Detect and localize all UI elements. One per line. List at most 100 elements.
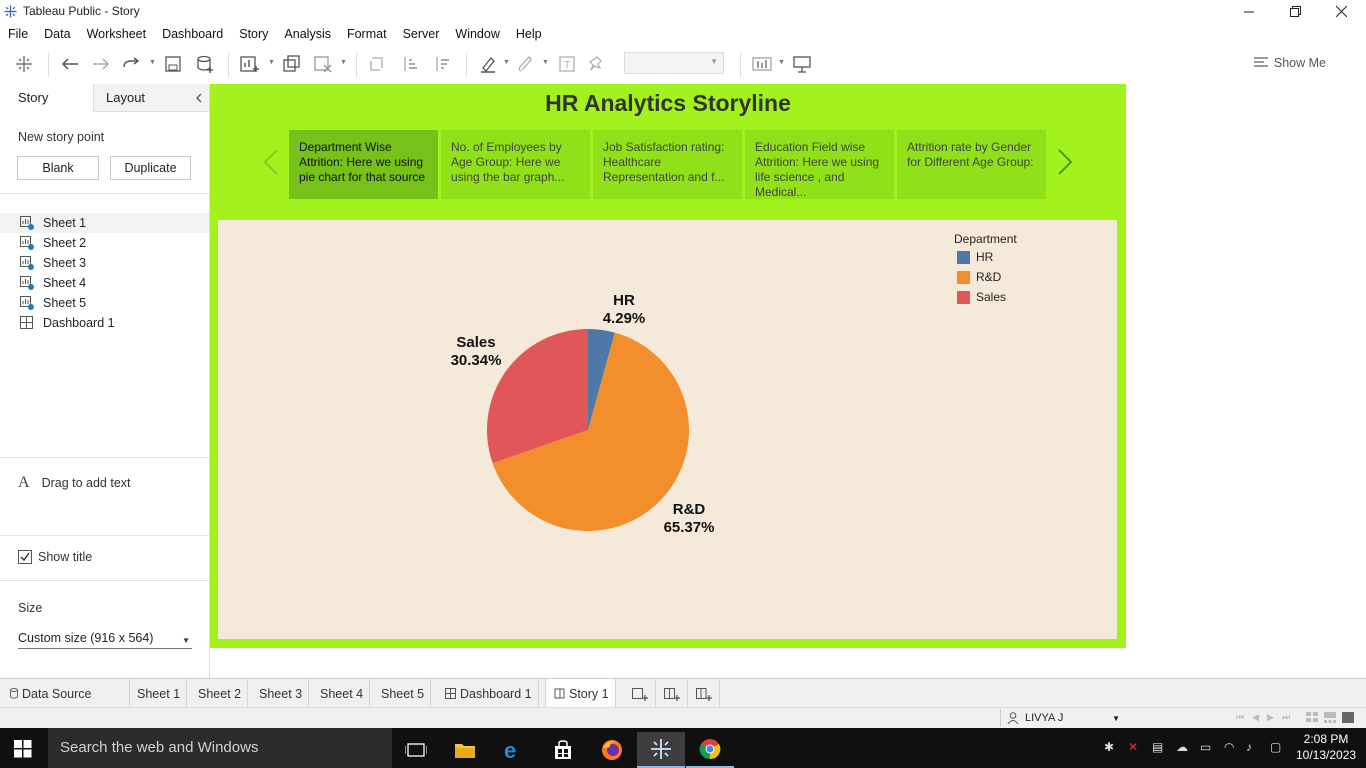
menu-window[interactable]: Window — [447, 23, 507, 45]
duplicate-sheet-icon[interactable] — [282, 54, 302, 74]
story-point-2[interactable]: No. of Employees by Age Group: Here we u… — [441, 130, 590, 199]
battery-icon[interactable]: ▭ — [1200, 740, 1211, 754]
sort-ascending-icon[interactable] — [400, 54, 420, 74]
legend-item-rnd[interactable]: R&D — [957, 270, 1001, 284]
new-worksheet-tab-button[interactable] — [624, 679, 656, 708]
replay-icon[interactable] — [121, 54, 141, 74]
story-point-4[interactable]: Education Field wise Attrition: Here we … — [745, 130, 894, 199]
tab-layout[interactable]: Layout — [93, 84, 209, 112]
blank-button[interactable]: Blank — [17, 156, 99, 180]
new-story-tab-button[interactable] — [688, 679, 720, 708]
duplicate-button[interactable]: Duplicate — [110, 156, 191, 180]
tab-data-source[interactable]: Data Source — [0, 679, 130, 708]
replay-caret-icon[interactable]: ▼ — [149, 59, 156, 66]
tab-sheet-2[interactable]: Sheet 2 — [192, 679, 249, 708]
taskbar-search-box[interactable]: Search the web and Windows — [48, 728, 392, 768]
menu-file[interactable]: File — [0, 23, 36, 45]
menu-format[interactable]: Format — [339, 23, 395, 45]
menu-worksheet[interactable]: Worksheet — [79, 23, 155, 45]
new-data-source-icon[interactable] — [195, 54, 215, 74]
action-center-icon[interactable]: ▢ — [1270, 740, 1281, 754]
sheet-list-item-5[interactable]: Sheet 5 — [0, 293, 209, 313]
tab-sheet-4[interactable]: Sheet 4 — [314, 679, 371, 708]
taskbar-tableau[interactable] — [637, 732, 685, 768]
next-story-point-button[interactable] — [1056, 148, 1074, 184]
restore-button[interactable] — [1272, 0, 1318, 23]
show-sheet-sorter-icon[interactable] — [1306, 712, 1318, 723]
menu-server[interactable]: Server — [395, 23, 448, 45]
start-button[interactable] — [14, 740, 32, 761]
group-caret-icon[interactable]: ▼ — [542, 59, 549, 66]
new-worksheet-caret-icon[interactable]: ▼ — [268, 59, 275, 66]
sheet-list-item-1[interactable]: Sheet 1 — [0, 213, 209, 233]
show-tabs-icon[interactable] — [1342, 712, 1354, 723]
tab-sheet-3[interactable]: Sheet 3 — [253, 679, 310, 708]
story-point-5[interactable]: Attrition rate by Gender for Different A… — [897, 130, 1046, 199]
drag-to-add-text-item[interactable]: A Drag to add text — [18, 474, 131, 492]
show-mark-labels-icon[interactable]: T — [557, 54, 577, 74]
clear-caret-icon[interactable]: ▼ — [340, 59, 347, 66]
collapse-panel-icon[interactable] — [195, 93, 203, 103]
first-sheet-icon[interactable]: ⏮ — [1236, 712, 1244, 723]
tab-sheet-5[interactable]: Sheet 5 — [375, 679, 432, 708]
user-menu[interactable]: LIVYA J ▼ — [1000, 709, 1126, 727]
bluetooth-icon[interactable]: ✱ — [1104, 740, 1114, 754]
sheet-list-item-4[interactable]: Sheet 4 — [0, 273, 209, 293]
legend-item-sales[interactable]: Sales — [957, 290, 1006, 304]
redo-icon[interactable] — [91, 54, 111, 74]
taskbar-store[interactable] — [539, 732, 587, 768]
previous-story-point-button[interactable] — [262, 148, 280, 184]
close-window-button[interactable] — [1318, 0, 1364, 23]
menu-analysis[interactable]: Analysis — [276, 23, 339, 45]
highlight-caret-icon[interactable]: ▼ — [503, 59, 510, 66]
save-icon[interactable] — [163, 54, 183, 74]
sheet-list-item-2[interactable]: Sheet 2 — [0, 233, 209, 253]
show-me-button[interactable]: Show Me — [1253, 56, 1326, 70]
sheet-list-item-3[interactable]: Sheet 3 — [0, 253, 209, 273]
minimize-button[interactable] — [1226, 0, 1272, 23]
task-view-button[interactable] — [392, 732, 440, 768]
show-title-checkbox[interactable]: Show title — [18, 550, 92, 564]
wifi-icon[interactable]: ◠ — [1224, 740, 1234, 754]
onedrive-icon[interactable]: ☁ — [1176, 740, 1188, 754]
show-filmstrip-icon[interactable] — [1324, 712, 1336, 723]
size-dropdown[interactable]: Custom size (916 x 564) ▼ — [18, 629, 192, 649]
tab-story[interactable]: Story — [0, 84, 93, 112]
menu-story[interactable]: Story — [231, 23, 276, 45]
taskbar-edge[interactable]: e — [490, 732, 538, 768]
sheet-list-item-dashboard[interactable]: Dashboard 1 — [0, 313, 209, 333]
tab-story-1[interactable]: Story 1 — [545, 679, 616, 708]
legend-item-hr[interactable]: HR — [957, 250, 993, 264]
story-point-1[interactable]: Department Wise Attrition: Here we using… — [289, 130, 438, 199]
clear-sheet-icon[interactable] — [313, 54, 333, 74]
undo-icon[interactable] — [60, 54, 80, 74]
new-dashboard-tab-button[interactable] — [656, 679, 688, 708]
last-sheet-icon[interactable]: ⏭ — [1282, 712, 1290, 723]
next-sheet-icon[interactable]: ▶ — [1267, 712, 1274, 723]
menu-help[interactable]: Help — [508, 23, 550, 45]
printer-icon[interactable]: ▤ — [1152, 740, 1163, 754]
fit-caret-icon[interactable]: ▼ — [778, 59, 785, 66]
network-error-icon[interactable]: ✕ — [1128, 740, 1138, 754]
tab-sheet-1[interactable]: Sheet 1 — [131, 679, 188, 708]
taskbar-firefox[interactable] — [588, 732, 636, 768]
sort-descending-icon[interactable] — [432, 54, 452, 74]
menu-dashboard[interactable]: Dashboard — [154, 23, 231, 45]
new-worksheet-icon[interactable] — [240, 54, 260, 74]
story-point-3[interactable]: Job Satisfaction rating: Healthcare Repr… — [593, 130, 742, 199]
tab-dashboard-1[interactable]: Dashboard 1 — [437, 679, 539, 708]
taskbar-clock[interactable]: 2:08 PM 10/13/2023 — [1296, 731, 1356, 763]
story-title[interactable]: HR Analytics Storyline — [210, 90, 1126, 117]
menu-data[interactable]: Data — [36, 23, 78, 45]
highlight-icon[interactable] — [478, 54, 498, 74]
swap-rows-columns-icon[interactable] — [367, 54, 387, 74]
fit-icon[interactable] — [752, 54, 772, 74]
taskbar-chrome[interactable] — [686, 732, 734, 768]
group-members-icon[interactable] — [515, 54, 535, 74]
taskbar-file-explorer[interactable] — [441, 732, 489, 768]
fix-axes-icon[interactable] — [587, 54, 607, 74]
volume-icon[interactable]: ♪ — [1246, 740, 1252, 754]
fit-dropdown[interactable]: ▼ — [624, 52, 724, 74]
tableau-logo-icon[interactable] — [14, 54, 34, 74]
department-attrition-pie-chart[interactable]: HR4.29% R&D65.37% Sales30.34% — [430, 280, 750, 550]
